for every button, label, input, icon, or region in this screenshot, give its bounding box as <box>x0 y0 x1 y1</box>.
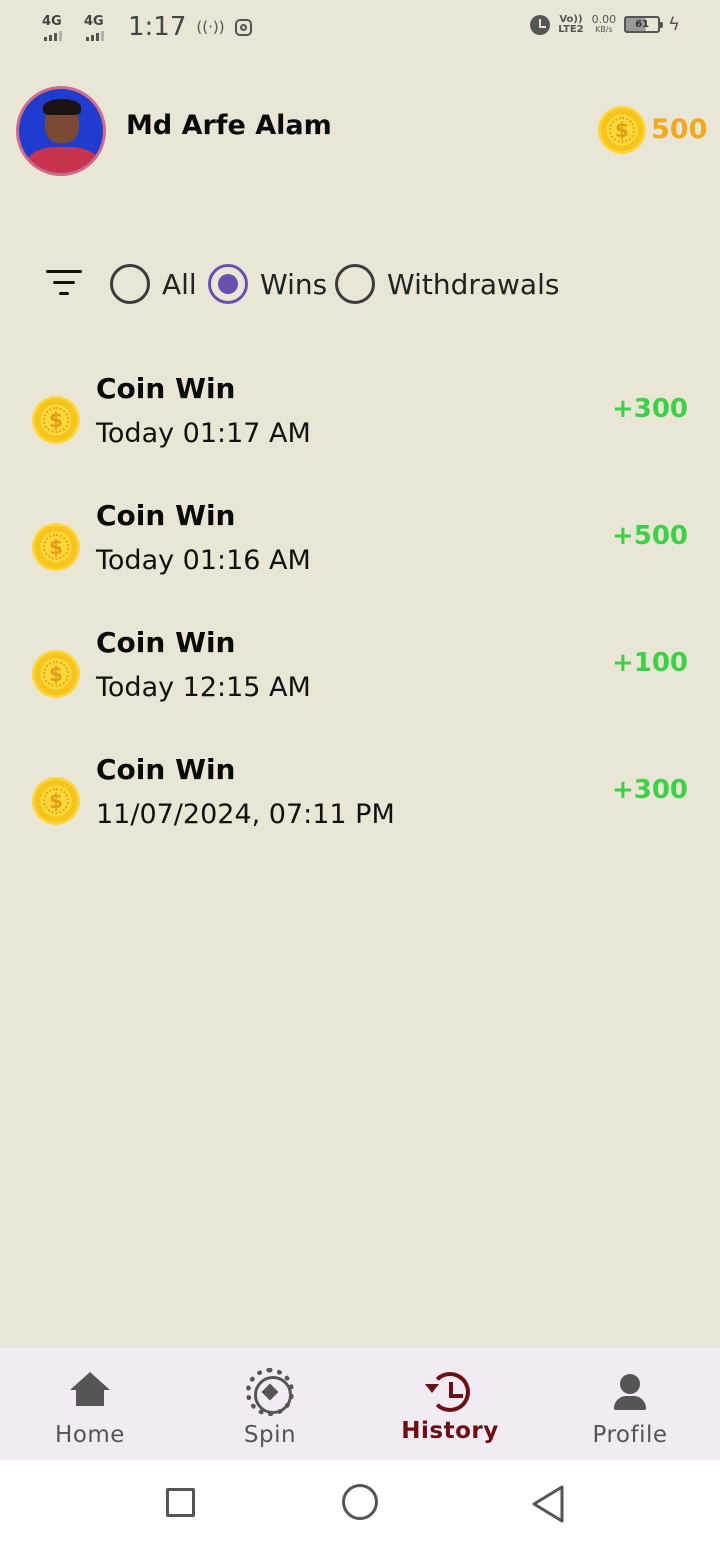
battery-level: 61 <box>635 19 650 30</box>
history-amount: +300 <box>611 775 688 805</box>
nav-label-profile: Profile <box>592 1422 668 1448</box>
filter-label-withdrawals: Withdrawals <box>387 267 560 301</box>
coin-icon: $ <box>32 777 80 825</box>
coin-icon: $ <box>32 396 80 444</box>
filter-icon[interactable] <box>46 270 82 298</box>
instagram-icon <box>234 18 252 36</box>
filter-label-wins: Wins <box>260 267 328 301</box>
filter-label-all: All <box>162 267 197 301</box>
history-time: Today 12:15 AM <box>96 672 311 703</box>
bottom-nav: Home Spin History Profile <box>0 1348 720 1460</box>
history-time: Today 01:17 AM <box>96 418 311 449</box>
alarm-icon <box>530 14 551 35</box>
signal-2: 4G <box>84 13 116 41</box>
coin-icon: $ <box>32 523 80 571</box>
nav-home[interactable]: Home <box>0 1348 180 1460</box>
radio-all[interactable] <box>110 264 150 304</box>
history-title: Coin Win <box>96 626 236 659</box>
list-item[interactable]: $ Coin Win Today 12:15 AM +100 <box>0 626 720 726</box>
nav-label-spin: Spin <box>243 1422 297 1448</box>
list-item[interactable]: $ Coin Win Today 01:17 AM +300 <box>0 372 720 472</box>
list-item[interactable]: $ Coin Win 11/07/2024, 07:11 PM +300 <box>0 753 720 853</box>
history-title: Coin Win <box>96 499 236 532</box>
coin-icon: $ <box>598 106 646 154</box>
radio-withdrawals[interactable] <box>335 264 375 304</box>
filter-option-all[interactable]: All <box>110 264 197 304</box>
person-icon <box>606 1368 654 1416</box>
volte-top: Vo)) <box>559 13 583 25</box>
home-button[interactable] <box>342 1484 378 1520</box>
speed-unit: KB/s <box>595 24 613 34</box>
nav-profile[interactable]: Profile <box>540 1348 720 1460</box>
user-name: Md Arfe Alam <box>126 110 332 141</box>
radio-wins[interactable] <box>208 264 248 304</box>
system-nav-bar <box>0 1460 720 1544</box>
nav-label-home: Home <box>55 1422 125 1448</box>
history-amount: +500 <box>611 521 688 551</box>
network-speed: 0.00 KB/s <box>591 12 617 35</box>
history-time: 11/07/2024, 07:11 PM <box>96 799 395 830</box>
network-type-label: 4G <box>42 14 62 29</box>
network-type-label: 4G <box>84 14 104 29</box>
filter-option-withdrawals[interactable]: Withdrawals <box>335 264 559 304</box>
recent-apps-button[interactable] <box>166 1488 195 1517</box>
status-time: 1:17 <box>128 12 187 42</box>
home-icon <box>66 1368 114 1416</box>
avatar[interactable] <box>16 86 106 176</box>
volte-bottom: LTE2 <box>558 23 584 35</box>
history-amount: +300 <box>611 394 688 424</box>
speed-value: 0.00 <box>591 12 617 26</box>
volte-indicator: Vo)) LTE2 <box>558 13 584 35</box>
nav-label-history: History <box>401 1418 499 1444</box>
filter-option-wins[interactable]: Wins <box>208 264 327 304</box>
nav-history[interactable]: History <box>360 1348 540 1460</box>
spin-wheel-icon <box>246 1368 294 1416</box>
back-button[interactable] <box>530 1484 566 1524</box>
history-title: Coin Win <box>96 753 236 786</box>
battery-icon: 61 <box>624 16 664 33</box>
history-title: Coin Win <box>96 372 236 405</box>
hotspot-icon: ((·)) <box>196 18 225 36</box>
signal-1: 4G <box>42 13 74 41</box>
coin-icon: $ <box>32 650 80 698</box>
nav-spin[interactable]: Spin <box>180 1348 360 1460</box>
history-time: Today 01:16 AM <box>96 545 311 576</box>
list-item[interactable]: $ Coin Win Today 01:16 AM +500 <box>0 499 720 599</box>
history-amount: +100 <box>611 648 688 678</box>
status-bar: 4G 4G 1:17 ((·)) Vo)) LTE2 0.00 KB/s 61 … <box>0 0 720 56</box>
charging-icon: ϟ <box>668 14 680 35</box>
history-icon <box>425 1372 470 1412</box>
coin-balance: 500 <box>651 114 708 145</box>
